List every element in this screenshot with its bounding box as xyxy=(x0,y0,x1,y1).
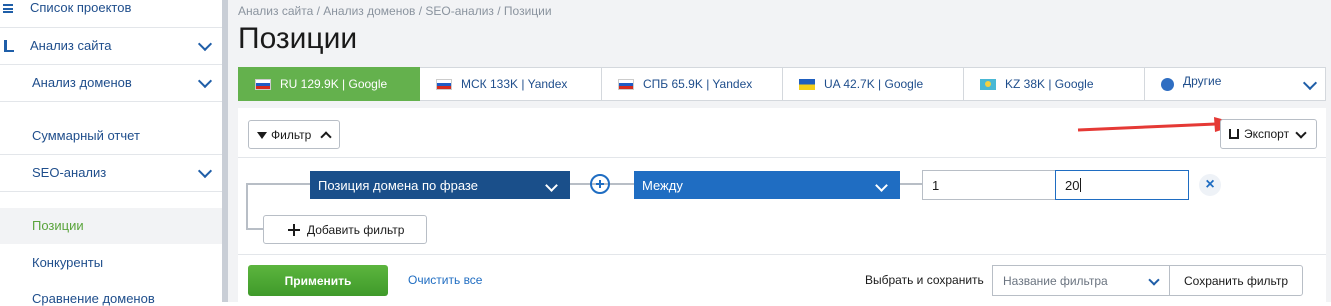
sidebar-item-label: Конкуренты xyxy=(32,255,104,270)
funnel-icon xyxy=(257,132,267,139)
chevron-down-icon xyxy=(197,73,213,89)
plus-icon xyxy=(288,224,300,236)
filter-panel: Фильтр Экспорт Позиция домена по фразе М… xyxy=(238,108,1326,302)
chevron-up-icon xyxy=(320,131,332,143)
chevron-down-icon xyxy=(545,179,558,192)
filter-operator-select[interactable]: Между xyxy=(634,171,900,199)
tab-kz-google[interactable]: KZ 38K | Google xyxy=(964,67,1145,101)
add-filter-button[interactable]: Добавить фильтр xyxy=(263,215,427,244)
sidebar-item-seo[interactable]: SEO-анализ xyxy=(0,155,222,192)
remove-filter-icon[interactable]: × xyxy=(1199,174,1221,196)
text-cursor xyxy=(1080,178,1082,192)
apply-label: Применить xyxy=(284,273,352,288)
sidebar-item-competitors[interactable]: Конкуренты xyxy=(0,244,222,280)
flag-ua-icon xyxy=(799,78,815,90)
divider xyxy=(238,157,1326,158)
region-tabs: RU 129.9K | Google МСК 133K | Yandex СПБ… xyxy=(238,67,1326,101)
sidebar-item-summary[interactable]: Суммарный отчет xyxy=(0,102,222,155)
globe-icon xyxy=(1161,77,1174,91)
filter-to-value: 20 xyxy=(1065,177,1080,193)
menu-icon xyxy=(3,4,13,13)
main-content: Анализ сайта / Анализ доменов / SEO-анал… xyxy=(228,0,1331,302)
tab-ua-google[interactable]: UA 42.7K | Google xyxy=(783,67,964,101)
sidebar-item-domain-analysis[interactable]: Анализ доменов xyxy=(0,65,222,102)
tree-line xyxy=(246,183,248,230)
tab-label: Другие xyxy=(1183,74,1222,88)
export-button[interactable]: Экспорт xyxy=(1220,119,1317,149)
tree-line xyxy=(246,183,310,185)
breadcrumb: Анализ сайта / Анализ доменов / SEO-анал… xyxy=(238,4,552,18)
filter-field-value: Позиция домена по фразе xyxy=(318,177,478,193)
sidebar-item-label: Анализ сайта xyxy=(30,38,112,53)
chevron-down-icon xyxy=(1295,127,1307,139)
sidebar-item-label: Анализ доменов xyxy=(32,75,132,90)
add-condition-icon[interactable] xyxy=(590,174,610,194)
clear-all-link[interactable]: Очистить все xyxy=(408,273,482,287)
sidebar-item-site-analysis[interactable]: Анализ сайта xyxy=(0,27,222,65)
sidebar-item-label: SEO-анализ xyxy=(32,165,107,180)
save-filter-button[interactable]: Сохранить фильтр xyxy=(1169,265,1303,296)
tab-label: KZ 38K | Google xyxy=(1005,77,1094,91)
filter-operator-value: Между xyxy=(642,177,683,193)
divider xyxy=(238,254,1326,255)
sidebar-item-label: Список проектов xyxy=(30,0,132,15)
filter-field-select[interactable]: Позиция домена по фразе xyxy=(310,171,570,199)
chevron-down-icon xyxy=(875,179,888,192)
sidebar-item-projects[interactable]: Список проектов xyxy=(0,0,222,27)
filter-name-placeholder: Название фильтра xyxy=(1003,273,1108,288)
sidebar-item-positions[interactable]: Позиции xyxy=(0,208,222,244)
filter-name-select[interactable]: Название фильтра xyxy=(992,265,1170,296)
tab-ru-google[interactable]: RU 129.9K | Google xyxy=(238,67,420,101)
chevron-down-icon xyxy=(1148,274,1160,286)
flag-ru-icon xyxy=(436,78,452,90)
tab-spb-yandex[interactable]: СПБ 65.9K | Yandex xyxy=(602,67,783,101)
tab-label: СПБ 65.9K | Yandex xyxy=(643,77,753,91)
chevron-down-icon xyxy=(1302,75,1318,91)
tab-msk-yandex[interactable]: МСК 133K | Yandex xyxy=(420,67,602,101)
sidebar-item-compare[interactable]: Сравнение доменов xyxy=(0,280,222,306)
download-icon xyxy=(1229,129,1239,139)
tree-line xyxy=(246,228,264,230)
page-title: Позиции xyxy=(238,22,358,55)
tree-line xyxy=(900,183,922,185)
tab-label: RU 129.9K | Google xyxy=(280,77,388,91)
apply-button[interactable]: Применить xyxy=(248,265,388,296)
tab-label: UA 42.7K | Google xyxy=(824,77,924,91)
save-filter-label: Сохранить фильтр xyxy=(1183,273,1289,288)
filter-from-input[interactable]: 1 xyxy=(922,170,1056,200)
sidebar-item-label: Суммарный отчет xyxy=(32,128,140,143)
sidebar-item-label: Позиции xyxy=(32,218,84,233)
export-label: Экспорт xyxy=(1244,127,1290,141)
filter-toggle-button[interactable]: Фильтр xyxy=(248,120,340,149)
chevron-down-icon xyxy=(197,36,213,52)
add-filter-label: Добавить фильтр xyxy=(307,222,405,237)
flag-kz-icon xyxy=(980,78,996,90)
sidebar-item-label: Сравнение доменов xyxy=(32,291,155,306)
filter-to-input[interactable]: 20 xyxy=(1055,170,1189,200)
save-prompt-label: Выбрать и сохранить xyxy=(865,273,984,287)
filter-toggle-label: Фильтр xyxy=(271,127,312,142)
chevron-down-icon xyxy=(197,163,213,179)
sidebar: Список проектов Анализ сайта Анализ доме… xyxy=(0,0,222,306)
tab-label: МСК 133K | Yandex xyxy=(461,77,568,91)
tab-other[interactable]: Другие xyxy=(1145,67,1326,101)
flag-ru-icon xyxy=(618,78,634,90)
chart-icon xyxy=(4,40,14,52)
filter-from-value: 1 xyxy=(932,177,940,193)
flag-ru-icon xyxy=(255,78,271,90)
